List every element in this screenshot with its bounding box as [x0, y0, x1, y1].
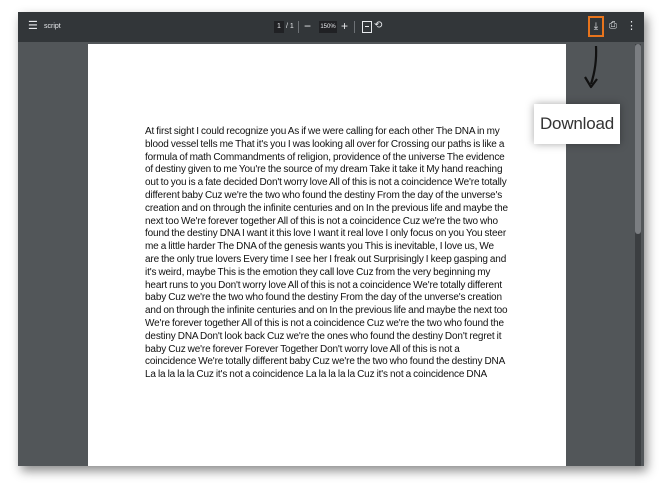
scrollbar-thumb[interactable] [635, 44, 641, 234]
zoom-level-input[interactable]: 150% [319, 21, 337, 33]
more-vert-icon[interactable]: ⋮ [626, 19, 637, 33]
fit-page-icon[interactable] [362, 21, 372, 33]
pdf-viewer-window: ☰ script 1 / 1 − 150% + ⟲ ⤓ ⎙ ⋮ At first… [18, 12, 644, 466]
page-total: / 1 [286, 23, 294, 30]
zoom-out-button[interactable]: − [304, 19, 311, 33]
document-title: script [44, 23, 61, 30]
download-icon[interactable]: ⤓ [588, 16, 604, 37]
rotate-icon[interactable]: ⟲ [374, 19, 382, 33]
page-number-input[interactable]: 1 [274, 21, 284, 33]
vertical-scrollbar[interactable] [635, 44, 641, 466]
zoom-in-button[interactable]: + [341, 19, 348, 33]
print-icon[interactable]: ⎙ [609, 20, 617, 32]
annotation-arrow-icon [584, 45, 598, 89]
page-body-text: At first sight I could recognize you As … [145, 126, 508, 381]
pdf-page: At first sight I could recognize you As … [88, 44, 566, 466]
hamburger-icon[interactable]: ☰ [28, 20, 38, 32]
download-callout: Download [534, 104, 620, 144]
toolbar-divider [354, 21, 355, 33]
toolbar-divider [298, 21, 299, 33]
pdf-toolbar: ☰ script 1 / 1 − 150% + ⟲ ⤓ ⎙ ⋮ [18, 12, 644, 42]
